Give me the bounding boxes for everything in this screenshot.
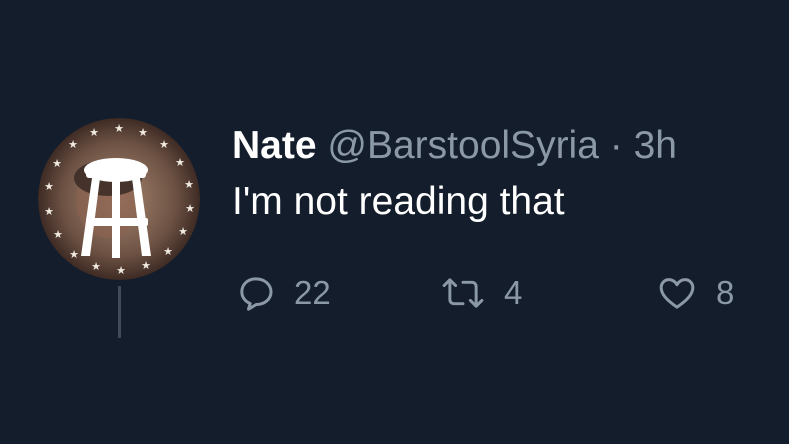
svg-text:★: ★ (69, 248, 79, 261)
reply-count: 22 (294, 274, 331, 311)
author-handle[interactable]: @BarstoolSyria (327, 124, 599, 167)
heart-icon (659, 278, 695, 309)
barstool-logo-icon (81, 158, 151, 258)
tweet-timestamp[interactable]: 3h (634, 124, 677, 167)
svg-text:★: ★ (44, 180, 54, 193)
tweet-screenshot: ★ ★ ★ ★ ★ ★ ★ ★ ★ ★ ★ ★ ★ ★ ★ ★ ★ ★ Nate… (0, 0, 789, 444)
like-count: 8 (716, 274, 735, 311)
svg-text:★: ★ (91, 260, 101, 273)
svg-text:★: ★ (116, 264, 126, 277)
separator-dot: · (609, 124, 623, 167)
svg-text:★: ★ (184, 178, 194, 191)
retweet-count: 4 (504, 274, 523, 311)
tweet-actions: 22 4 8 (236, 268, 766, 318)
retweet-icon (442, 278, 484, 308)
svg-text:★: ★ (185, 202, 195, 215)
svg-text:★: ★ (53, 228, 63, 241)
tweet-text: I'm not reading that (232, 180, 565, 223)
svg-text:★: ★ (44, 205, 54, 218)
svg-text:★: ★ (175, 156, 185, 169)
tweet-header: Nate @BarstoolSyria · 3h (232, 122, 677, 170)
reply-icon (240, 277, 273, 311)
avatar-column: ★ ★ ★ ★ ★ ★ ★ ★ ★ ★ ★ ★ ★ ★ ★ ★ ★ ★ (38, 118, 200, 338)
svg-text:★: ★ (68, 138, 78, 151)
svg-text:★: ★ (159, 138, 169, 151)
svg-text:★: ★ (89, 126, 99, 139)
author-name[interactable]: Nate (232, 124, 317, 167)
retweet-button[interactable]: 4 (440, 268, 522, 318)
svg-text:★: ★ (178, 225, 188, 238)
reply-button[interactable]: 22 (236, 268, 331, 318)
svg-text:★: ★ (52, 157, 62, 170)
thread-line (118, 286, 121, 338)
svg-text:★: ★ (163, 245, 173, 258)
like-button[interactable]: 8 (656, 268, 734, 318)
svg-text:★: ★ (141, 259, 151, 272)
avatar[interactable]: ★ ★ ★ ★ ★ ★ ★ ★ ★ ★ ★ ★ ★ ★ ★ ★ ★ ★ (38, 118, 200, 280)
tweet[interactable]: ★ ★ ★ ★ ★ ★ ★ ★ ★ ★ ★ ★ ★ ★ ★ ★ ★ ★ Nate… (0, 0, 789, 444)
svg-text:★: ★ (138, 126, 148, 139)
svg-text:★: ★ (114, 122, 124, 135)
